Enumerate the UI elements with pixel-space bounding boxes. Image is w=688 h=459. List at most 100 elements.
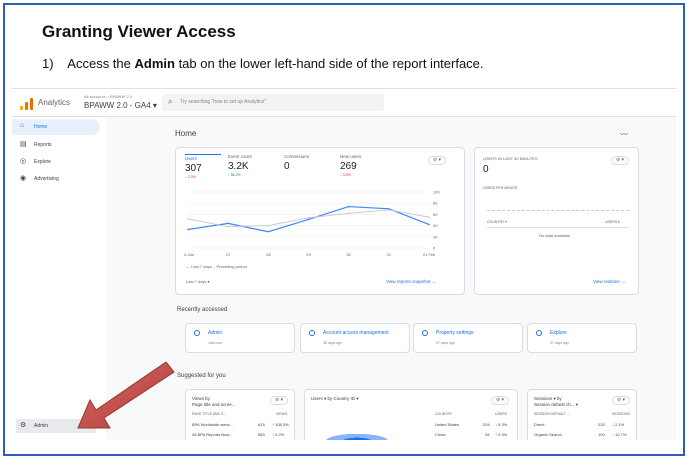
y-tick-label: 100 xyxy=(433,190,440,195)
recent-item-icon xyxy=(309,330,315,336)
insights-icon[interactable]: 〰 xyxy=(620,129,628,140)
row-value: 583 xyxy=(258,432,265,437)
recent-item-time: 36 days ago xyxy=(323,341,343,345)
x-tick-label: 27 xyxy=(226,252,231,257)
metric-label: Conversions xyxy=(284,154,310,159)
property-name: BPAWW 2.0 - GA4 xyxy=(84,101,151,110)
nav-reports[interactable]: ▤ Reports xyxy=(12,137,100,153)
metric-conversions[interactable]: Conversions 0 xyxy=(284,154,309,172)
row-delta: ↑ 9.3% xyxy=(495,432,508,437)
nav-explore[interactable]: ◎ Explore xyxy=(12,154,100,170)
realtime-value: 0 xyxy=(483,164,489,175)
search-icon: ⌕ xyxy=(168,97,173,106)
y-tick-label: 80 xyxy=(433,201,438,206)
advertising-icon: ◉ xyxy=(20,175,27,182)
realtime-col-users[interactable]: USERS ▾ xyxy=(605,220,620,224)
row-delta: ↓ 2.1% xyxy=(612,422,625,427)
analytics-logo-icon xyxy=(20,98,34,110)
card-compare-chip[interactable]: ⊘ ▾ xyxy=(612,396,630,405)
realtime-compare-chip[interactable]: ⊘ ▾ xyxy=(611,156,629,165)
metric-users[interactable]: Users 307 ↓ 2.3% xyxy=(185,154,221,179)
nav-advertising-label: Advertising xyxy=(34,176,59,182)
breadcrumb[interactable]: All accounts > BPAWW 2.0 xyxy=(84,94,132,99)
x-tick-label: 28 xyxy=(266,252,271,257)
row-value: 233 xyxy=(598,422,605,427)
row-value: 28 xyxy=(485,432,490,437)
data-point xyxy=(347,212,350,215)
x-tick-label: 01 Feb xyxy=(423,252,436,257)
col-header: PAGE TITLE AND S... xyxy=(192,412,227,416)
col-header: SESSIONS xyxy=(612,412,630,416)
col-header: VIEWS xyxy=(276,412,288,416)
compare-chip[interactable]: ⊘ ▾ xyxy=(428,156,446,165)
row-name: United States xyxy=(435,422,460,427)
card-title-2[interactable]: Session default ch... ▾ xyxy=(534,402,578,408)
x-tick-label: 29 xyxy=(306,252,311,257)
x-tick-label: 26 Jan xyxy=(184,252,194,257)
legend-current-label: Last 7 days xyxy=(191,264,212,269)
metric-value: 0 xyxy=(284,161,290,172)
col-header: SESSION DEFAULT ... xyxy=(534,412,570,416)
view-snapshot-link[interactable]: View reports snapshot → xyxy=(386,279,436,284)
recent-item-time: Just now xyxy=(208,341,222,345)
y-tick-label: 60 xyxy=(433,212,438,217)
nav-home-label: Home xyxy=(34,124,48,130)
recent-item-account-access[interactable]: Account access management 36 days ago xyxy=(300,323,410,353)
views-by-page-card: Views by Page title and scree... ⊘ ▾ PAG… xyxy=(185,389,295,440)
y-tick-label: 20 xyxy=(433,234,438,239)
row-name: China xyxy=(435,432,446,437)
row-delta: ↑ 108.3% xyxy=(272,422,289,427)
date-range-selector[interactable]: Last 7 days ▾ xyxy=(186,279,210,284)
recent-item-time: 37 days ago xyxy=(436,341,456,345)
row-name: Organic Search xyxy=(534,432,562,437)
metric-event-count[interactable]: Event count 3.2K ↑ 56.2% xyxy=(228,154,252,177)
card-compare-chip[interactable]: ⊘ ▾ xyxy=(491,396,509,405)
nav-advertising[interactable]: ◉ Advertising xyxy=(12,171,100,187)
step-number: 1) xyxy=(42,56,54,71)
data-point xyxy=(388,209,390,211)
overview-card: Users 307 ↓ 2.3% Event count 3.2K ↑ 56.2… xyxy=(175,147,465,295)
realtime-title: USERS IN LAST 30 MINUTES xyxy=(483,156,538,161)
doc-step: 1) Access the Admin tab on the lower lef… xyxy=(42,56,484,71)
nav-home[interactable]: ⌂ Home xyxy=(12,119,100,135)
chart-legend: — Last 7 days -- Preceding period xyxy=(186,264,247,269)
nav-reports-label: Reports xyxy=(34,142,52,148)
legend-previous-swatch: -- xyxy=(212,264,216,269)
data-point xyxy=(267,230,270,233)
recent-item-icon xyxy=(536,330,542,336)
data-point xyxy=(428,223,430,226)
x-tick-label: 30 xyxy=(346,252,351,257)
search-input[interactable]: ⌕ Try searching "how to set up Analytics… xyxy=(162,94,384,111)
realtime-col-country[interactable]: COUNTRY ▾ xyxy=(487,220,507,224)
app-name: Analytics xyxy=(38,98,71,107)
metric-label: Event count xyxy=(228,154,252,159)
card-title[interactable]: Users ▾ by Country ID ▾ xyxy=(311,396,359,402)
card-compare-chip[interactable]: ⊘ ▾ xyxy=(270,396,288,405)
metric-new-users[interactable]: New users 269 ↓ 3.9% xyxy=(340,154,361,177)
explore-icon: ◎ xyxy=(20,158,27,165)
legend-current-swatch: — xyxy=(186,264,190,269)
recent-item-label: Explore xyxy=(550,330,567,336)
data-point xyxy=(227,225,229,228)
card-title-2[interactable]: Page title and scree... xyxy=(192,402,236,407)
users-by-country-card: Users ▾ by Country ID ▾ ⊘ ▾ COUNTRY USER… xyxy=(304,389,518,440)
step-text-pre: Access the xyxy=(67,56,135,71)
recent-item-explore[interactable]: Explore 37 days ago xyxy=(527,323,637,353)
data-point xyxy=(187,218,189,220)
recent-item-admin[interactable]: Admin Just now xyxy=(185,323,295,353)
property-selector[interactable]: BPAWW 2.0 - GA4 ▾ xyxy=(84,101,157,110)
top-bar: Analytics All accounts > BPAWW 2.0 BPAWW… xyxy=(12,89,676,117)
nav-explore-label: Explore xyxy=(34,159,51,165)
data-point xyxy=(307,218,310,221)
metric-delta: ↓ 3.9% xyxy=(340,173,351,177)
recently-accessed-title: Recently accessed xyxy=(177,307,228,313)
suggested-title: Suggested for you xyxy=(177,373,226,379)
view-realtime-link[interactable]: View realtime → xyxy=(593,279,626,284)
nav-admin-label: Admin xyxy=(34,423,49,429)
data-point xyxy=(428,216,430,218)
card-title-1: Views by xyxy=(192,396,210,401)
recent-item-property-settings[interactable]: Property settings 37 days ago xyxy=(413,323,523,353)
col-header: COUNTRY xyxy=(435,412,453,416)
metric-value: 3.2K xyxy=(228,161,249,172)
row-name: BPA Worldwide webs... xyxy=(192,422,233,427)
